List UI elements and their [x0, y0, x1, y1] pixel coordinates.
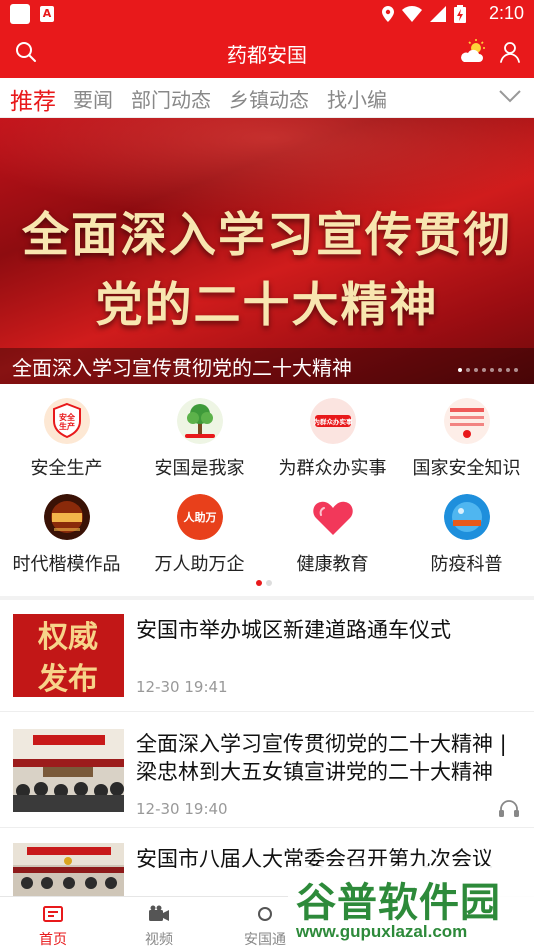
serve-people-icon: 为群众办实事	[310, 398, 356, 444]
tab-department-news[interactable]: 部门动态	[131, 84, 211, 113]
shortcut-page-dot	[256, 580, 262, 586]
clock: 2:10	[488, 3, 524, 23]
serve-icon-text: 为群众办实事	[314, 417, 354, 426]
notification-a-icon: A	[40, 6, 54, 22]
shortcut-label: 为群众办实事	[278, 458, 387, 479]
banner-pager-dots	[458, 368, 518, 372]
shortcut-health-education[interactable]: 健康教育	[266, 480, 399, 576]
nav-label: 首页	[39, 932, 67, 948]
safety-production-icon: 安全生产	[44, 398, 90, 444]
shortcut-anguo-home[interactable]: 安国是我家	[133, 384, 266, 480]
national-security-icon	[444, 398, 490, 444]
banner-headline-line1: 全面深入学习宣传贯彻	[22, 208, 512, 263]
tab-find-editor[interactable]: 找小编	[327, 84, 387, 113]
news-title: 安国市举办城区新建道路通车仪式	[136, 618, 451, 642]
shortcut-label: 健康教育	[296, 554, 369, 575]
shortcut-label: 安全生产	[30, 458, 103, 479]
tab-township-news[interactable]: 乡镇动态	[229, 84, 309, 113]
tab-recommended[interactable]: 推荐	[10, 82, 56, 116]
home-icon	[43, 906, 63, 922]
headphones-icon[interactable]	[498, 798, 520, 818]
news-time: 12-30 19:40	[136, 800, 228, 818]
banner-dot	[498, 368, 502, 372]
shortcut-role-model[interactable]: 时代楷模作品	[0, 480, 133, 576]
page-title: 药都安国	[227, 43, 307, 67]
banner-dot	[506, 368, 510, 372]
thumb-text-line1: 权威	[37, 620, 98, 655]
banner-caption: 全面深入学习宣传贯彻党的二十大精神	[12, 356, 352, 380]
shortcut-label: 安国是我家	[154, 458, 245, 479]
news-thumbnail	[13, 843, 124, 896]
banner-dot	[458, 368, 462, 372]
news-title: 全面深入学习宣传贯彻党的二十大精神 | 梁忠林到大五女镇宣讲党的二十大精神	[136, 732, 507, 784]
app-bar: 药都安国	[0, 28, 534, 78]
signal-icon	[430, 6, 446, 22]
safety-icon-text-2: 生产	[59, 421, 75, 431]
shortcut-grid: 安全 生产 安全生产 安国是我家 为群众办实事 为群众办实事 国家安全知识 时代楷…	[0, 384, 534, 590]
anguo-home-icon	[177, 398, 223, 444]
shortcut-page-dot	[266, 580, 272, 586]
nav-label: 视频	[145, 932, 173, 948]
authority-release-graphic: 权威 发布	[13, 614, 124, 697]
chevron-down-icon[interactable]	[498, 88, 522, 104]
video-camera-icon	[149, 905, 169, 921]
meeting-photo	[13, 729, 124, 812]
channel-tabs: 推荐 要闻 部门动态 乡镇动态 找小编	[0, 78, 534, 118]
safety-icon-text-1: 安全	[59, 412, 76, 422]
banner-dot	[466, 368, 470, 372]
banner-dot	[514, 368, 518, 372]
user-icon[interactable]	[498, 40, 522, 64]
nav-home[interactable]: 首页	[0, 897, 106, 951]
banner-headline-line2: 党的二十大精神	[95, 278, 439, 333]
wifi-icon	[402, 6, 422, 22]
role-model-icon	[44, 494, 90, 540]
system-icons	[382, 5, 466, 23]
shortcut-safety-production[interactable]: 安全 生产 安全生产	[0, 384, 133, 480]
epidemic-science-icon	[444, 494, 490, 540]
shortcut-pager-dots	[256, 580, 272, 586]
location-icon	[382, 6, 394, 22]
banner-dot	[490, 368, 494, 372]
shortcut-label: 国家安全知识	[412, 458, 521, 479]
news-item[interactable]: 权威 发布 安国市举办城区新建道路通车仪式 12-30 19:41	[0, 600, 534, 712]
watermark: 谷普软件园 www.gupuxlazal.com	[288, 866, 534, 950]
banner-dot	[482, 368, 486, 372]
battery-icon	[454, 5, 466, 23]
shortcut-label: 万人助万企	[154, 554, 245, 575]
tab-headlines[interactable]: 要闻	[73, 84, 113, 113]
heart-icon	[313, 501, 353, 535]
help-icon-text: 人助万	[184, 510, 217, 524]
shortcut-label: 防疫科普	[430, 554, 503, 575]
banner-dot	[474, 368, 478, 372]
watermark-url: www.gupuxlazal.com	[296, 922, 468, 941]
watermark-title: 谷普软件园	[296, 880, 501, 926]
banner-caption-bar: 全面深入学习宣传贯彻党的二十大精神	[0, 348, 534, 384]
shortcut-label: 时代楷模作品	[12, 554, 121, 575]
shortcut-epidemic-science[interactable]: 防疫科普	[400, 480, 533, 576]
thumb-text-line2: 发布	[37, 662, 98, 697]
notification-square-icon	[10, 4, 30, 24]
news-thumbnail: 权威 发布	[13, 614, 124, 697]
help-enterprises-icon: 人助万	[177, 494, 223, 540]
meeting-photo-2	[13, 843, 124, 896]
circle-icon	[258, 907, 272, 921]
news-item[interactable]: 全面深入学习宣传贯彻党的二十大精神 | 梁忠林到大五女镇宣讲党的二十大精神 12…	[0, 712, 534, 828]
shortcut-serve-people[interactable]: 为群众办实事 为群众办实事	[266, 384, 399, 480]
nav-video[interactable]: 视频	[106, 897, 212, 951]
weather-icon[interactable]	[458, 38, 486, 66]
news-thumbnail	[13, 729, 124, 812]
shortcut-national-security[interactable]: 国家安全知识	[400, 384, 533, 480]
banner-carousel[interactable]: 全面深入学习宣传贯彻 党的二十大精神 全面深入学习宣传贯彻党的二十大精神	[0, 118, 534, 384]
shortcut-help-enterprises[interactable]: 人助万 万人助万企	[133, 480, 266, 576]
status-bar: A 2:10	[0, 0, 534, 28]
news-time: 12-30 19:41	[136, 678, 228, 696]
